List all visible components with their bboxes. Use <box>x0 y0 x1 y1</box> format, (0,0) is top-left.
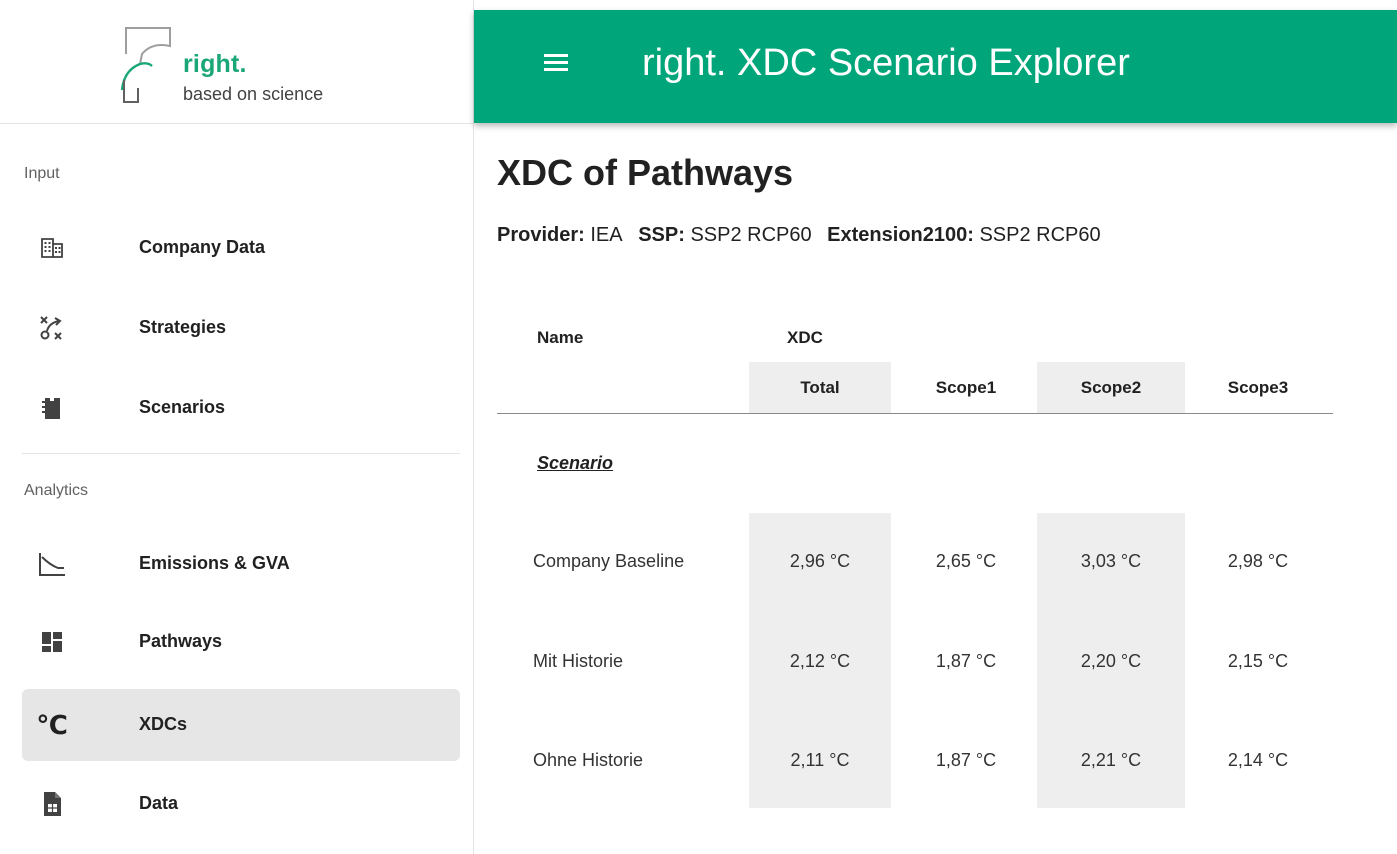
sidebar-item-label: Pathways <box>139 631 223 651</box>
column-header-total[interactable]: Total <box>749 378 891 398</box>
sidebar-item-pathways[interactable]: Pathways <box>22 606 460 678</box>
sidebar-item-label: Strategies <box>139 317 227 337</box>
name-column-header[interactable]: Name <box>537 328 583 348</box>
cell-total: 2,96 °C <box>789 551 851 571</box>
column-header-scope3[interactable]: Scope3 <box>1187 378 1329 398</box>
sidebar-item-company-data[interactable]: Company Data <box>22 212 460 284</box>
column-header-scope1[interactable]: Scope1 <box>895 378 1037 398</box>
chart-decline-icon <box>38 550 66 578</box>
cell-scope3: 2,98 °C <box>1227 551 1289 571</box>
scenarios-icon <box>38 394 66 422</box>
logo-tagline: based on science <box>183 84 324 104</box>
sidebar-item-data[interactable]: Data <box>22 768 460 840</box>
provider-value: IEA <box>590 224 623 246</box>
page-title: XDC of Pathways <box>497 152 794 193</box>
sidebar-item-emissions-gva[interactable]: Emissions & GVA <box>22 528 460 600</box>
cell-scope1: 1,87 °C <box>935 750 997 770</box>
xdc-table: Name XDC Total Scope1 Scope2 Scope3 Scen… <box>497 300 1333 820</box>
row-name: Mit Historie <box>533 651 624 671</box>
cell-scope1: 1,87 °C <box>935 651 997 671</box>
sidebar-item-label: XDCs <box>139 714 188 734</box>
logo[interactable]: right. based on science <box>0 0 474 124</box>
dashboard-icon <box>38 628 66 656</box>
cell-scope1: 2,65 °C <box>935 551 997 571</box>
table-row[interactable]: Mit Historie 2,12 °C 1,87 °C 2,20 °C 2,1… <box>497 651 1333 691</box>
sidebar-item-strategies[interactable]: Strategies <box>22 292 460 364</box>
cell-scope3: 2,15 °C <box>1227 651 1289 671</box>
section-label-input: Input <box>24 165 60 182</box>
sidebar-item-label: Scenarios <box>139 397 226 417</box>
cell-scope3: 2,14 °C <box>1227 750 1289 770</box>
row-name: Ohne Historie <box>533 750 644 770</box>
sidebar-item-label: Company Data <box>139 237 266 257</box>
header-divider <box>497 413 1333 414</box>
sidebar-item-label: Data <box>139 793 179 813</box>
extension-value: SSP2 RCP60 <box>979 224 1101 246</box>
menu-icon[interactable] <box>544 54 568 72</box>
provider-label: Provider: <box>497 224 585 246</box>
sidebar-divider <box>22 453 460 454</box>
table-row[interactable]: Company Baseline 2,96 °C 2,65 °C 3,03 °C… <box>497 551 1333 591</box>
logo-name: right. <box>183 50 247 78</box>
cell-scope2: 3,03 °C <box>1080 551 1142 571</box>
celsius-icon: ℃ <box>36 709 68 740</box>
row-name: Company Baseline <box>533 551 685 571</box>
cell-total: 2,11 °C <box>790 750 850 770</box>
cell-scope2: 2,20 °C <box>1080 651 1142 671</box>
strategy-icon <box>38 314 66 342</box>
cell-total: 2,12 °C <box>789 651 851 671</box>
logo-mark-icon <box>120 27 171 103</box>
extension-label: Extension2100: <box>827 224 974 246</box>
sidebar: right. based on science Input Company Da… <box>0 0 474 854</box>
sidebar-item-label: Emissions & GVA <box>139 553 290 573</box>
sidebar-item-xdcs[interactable]: ℃ XDCs <box>22 689 460 761</box>
xdc-group-header: XDC <box>787 328 823 347</box>
building-icon <box>38 234 66 262</box>
group-label-scenario: Scenario <box>537 453 614 473</box>
section-label-analytics: Analytics <box>24 482 89 499</box>
ssp-label: SSP: <box>638 224 685 246</box>
app-title: right. XDC Scenario Explorer <box>642 42 1130 84</box>
pathway-meta: Provider: IEA SSP: SSP2 RCP60 Extension2… <box>497 224 1101 247</box>
column-header-scope2[interactable]: Scope2 <box>1037 378 1185 398</box>
cell-scope2: 2,21 °C <box>1080 750 1142 770</box>
app-bar: right. XDC Scenario Explorer <box>474 10 1397 123</box>
document-icon <box>38 790 66 818</box>
sidebar-item-scenarios[interactable]: Scenarios <box>22 372 460 444</box>
table-row[interactable]: Ohne Historie 2,11 °C 1,87 °C 2,21 °C 2,… <box>497 750 1333 790</box>
ssp-value: SSP2 RCP60 <box>690 224 812 246</box>
